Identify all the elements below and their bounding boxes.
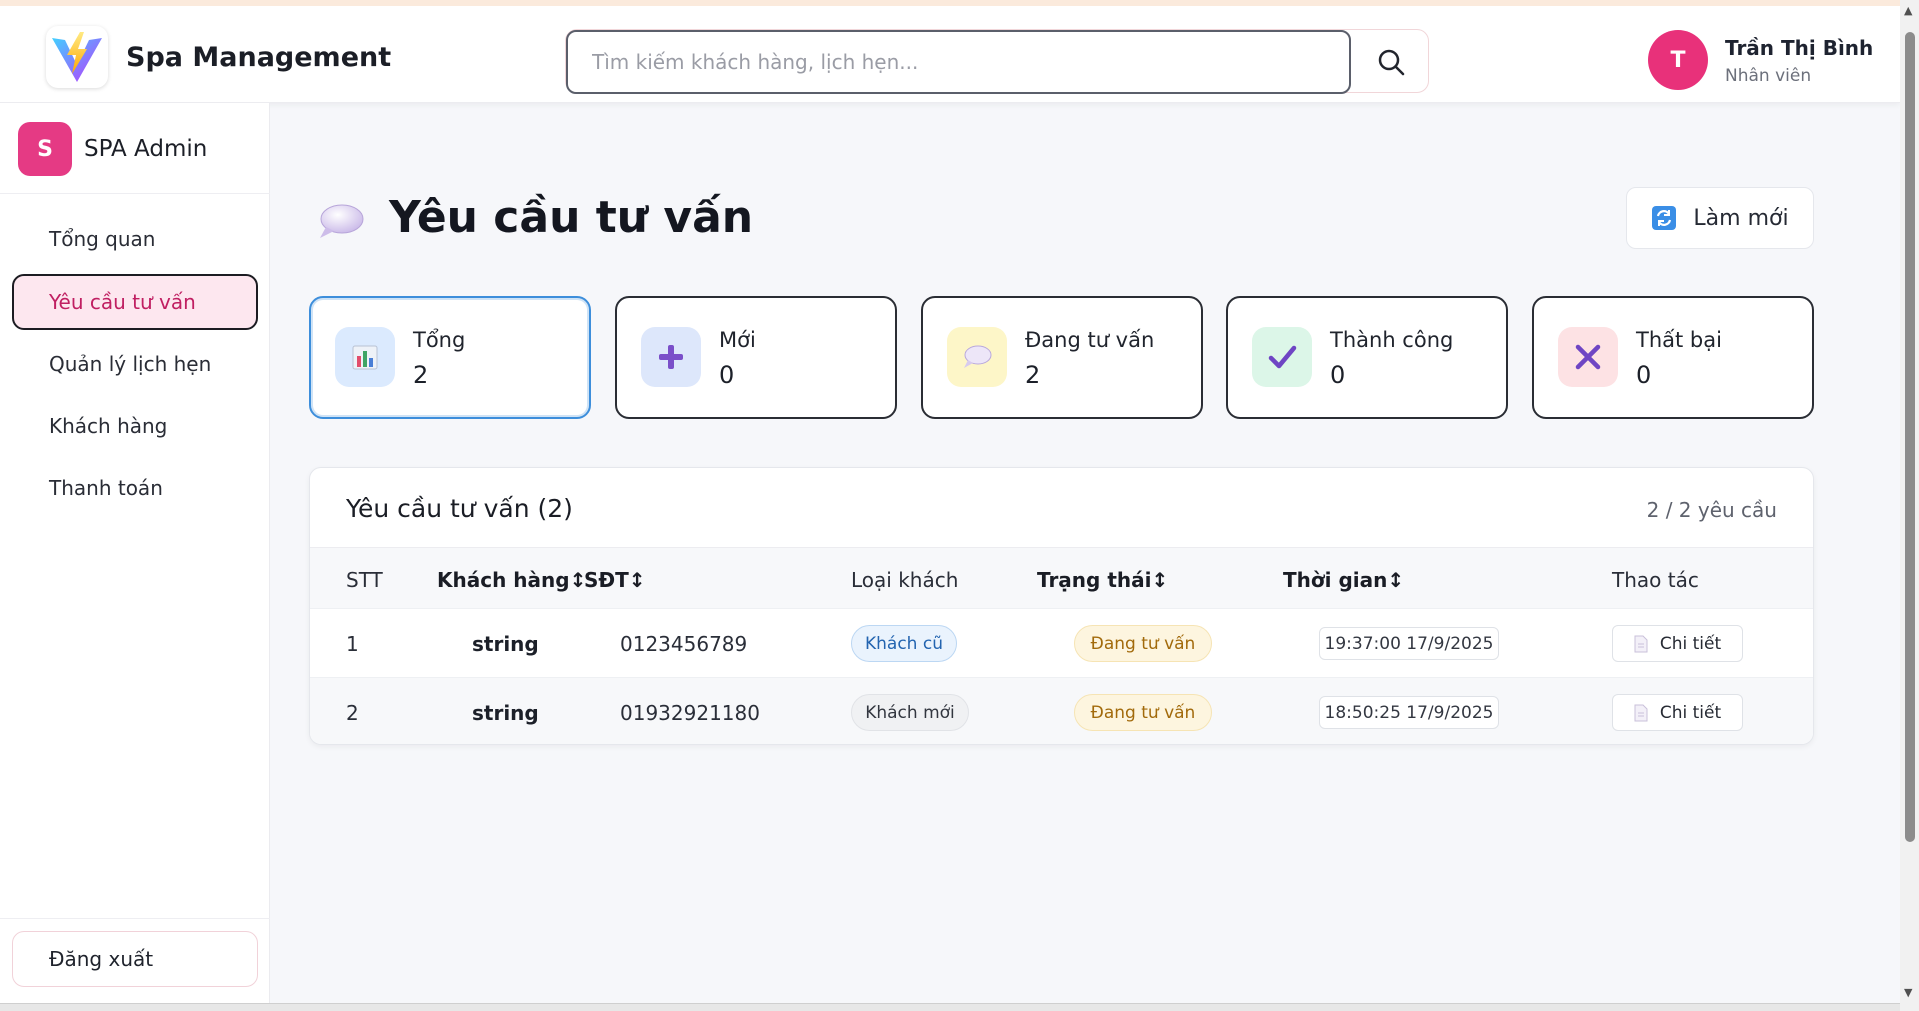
cell-phone: 01932921180	[620, 701, 760, 725]
stat-value: 0	[719, 361, 735, 389]
stat-card-consulting[interactable]: Đang tư vấn 2	[921, 296, 1203, 419]
stat-card-failed[interactable]: Thất bại 0	[1532, 296, 1814, 419]
app-brand: Spa Management	[126, 42, 392, 73]
detail-button[interactable]: Chi tiết	[1612, 625, 1743, 662]
detail-button-label: Chi tiết	[1659, 702, 1722, 723]
table-header: STT Khách hàng↕ SĐT↕ Loại khách Trạng th…	[310, 547, 1813, 608]
table-row: 2 string 01932921180 Khách mới Đang tư v…	[310, 677, 1813, 744]
top-header: Spa Management T Trần Thị Bình Nhân viên	[0, 0, 1900, 103]
stat-card-total[interactable]: Tổng 2	[309, 296, 591, 419]
status-badge: Đang tư vấn	[1074, 625, 1212, 662]
column-header-customer-type: Loại khách	[851, 568, 959, 592]
stat-card-new[interactable]: Mới 0	[615, 296, 897, 419]
sidebar-item-appointments[interactable]: Quản lý lịch hẹn	[12, 336, 258, 392]
sidebar-logo: S	[18, 122, 72, 176]
scrollbar-thumb[interactable]	[1905, 32, 1915, 842]
check-icon	[1252, 327, 1312, 387]
speech-bubble-icon	[947, 327, 1007, 387]
stat-label: Đang tư vấn	[1025, 328, 1155, 352]
search-button[interactable]	[1351, 30, 1430, 94]
stat-value: 2	[413, 361, 429, 389]
detail-button[interactable]: Chi tiết	[1612, 694, 1743, 731]
sidebar: S SPA Admin Tổng quan Yêu cầu tư vấn Quả…	[0, 103, 270, 1003]
sidebar-item-overview[interactable]: Tổng quan	[12, 211, 258, 267]
search-input[interactable]	[566, 30, 1351, 94]
search-icon	[1378, 49, 1404, 76]
cell-stt: 2	[346, 701, 359, 725]
stat-label: Thất bại	[1636, 328, 1722, 352]
table-row: 1 string 0123456789 Khách cũ Đang tư vấn…	[310, 608, 1813, 677]
logout-button[interactable]: Đăng xuất	[12, 931, 258, 987]
stat-label: Tổng	[413, 328, 466, 352]
column-header-customer[interactable]: Khách hàng↕	[437, 568, 586, 592]
column-header-time[interactable]: Thời gian↕	[1283, 568, 1404, 592]
user-name: Trần Thị Bình	[1725, 36, 1874, 60]
cell-stt: 1	[346, 632, 359, 656]
time-chip: 18:50:25 17/9/2025	[1319, 696, 1499, 729]
stat-label: Thành công	[1330, 328, 1454, 352]
user-avatar[interactable]: T	[1648, 30, 1708, 90]
scroll-down-icon[interactable]: ▼	[1904, 986, 1912, 999]
bottom-edge	[0, 1003, 1900, 1011]
table-title: Yêu cầu tư vấn (2)	[346, 494, 573, 523]
stat-card-success[interactable]: Thành công 0	[1226, 296, 1508, 419]
column-header-stt: STT	[346, 568, 383, 592]
customer-type-badge: Khách cũ	[851, 625, 957, 662]
lightning-logo-icon	[52, 32, 102, 82]
plus-icon	[641, 327, 701, 387]
page-title: Yêu cầu tư vấn	[389, 192, 754, 243]
stat-value: 2	[1025, 361, 1041, 389]
consultation-table: Yêu cầu tư vấn (2) 2 / 2 yêu cầu STT Khá…	[309, 467, 1814, 745]
column-header-status[interactable]: Trạng thái↕	[1037, 568, 1168, 592]
sidebar-item-consultation[interactable]: Yêu cầu tư vấn	[12, 274, 258, 330]
column-header-phone[interactable]: SĐT↕	[584, 568, 646, 592]
stat-value: 0	[1636, 361, 1652, 389]
refresh-label: Làm mới	[1693, 205, 1789, 231]
refresh-icon	[1652, 206, 1677, 230]
cell-phone: 0123456789	[620, 632, 748, 656]
sidebar-item-payments[interactable]: Thanh toán	[12, 460, 258, 516]
sidebar-item-customers[interactable]: Khách hàng	[12, 398, 258, 454]
time-chip: 19:37:00 17/9/2025	[1319, 627, 1499, 660]
document-icon	[1634, 704, 1648, 721]
customer-type-badge: Khách mới	[851, 694, 969, 731]
speech-bubble-icon	[316, 200, 366, 246]
scroll-up-icon[interactable]: ▲	[1904, 4, 1912, 17]
app-logo[interactable]	[46, 26, 108, 88]
sidebar-divider	[0, 918, 270, 919]
user-role: Nhân viên	[1725, 66, 1812, 86]
document-icon	[1634, 635, 1648, 652]
search-bar	[565, 29, 1430, 94]
x-icon	[1558, 327, 1618, 387]
sidebar-header: S SPA Admin	[0, 103, 270, 194]
bar-chart-icon	[335, 327, 395, 387]
sidebar-title: SPA Admin	[84, 136, 208, 162]
column-header-actions: Thao tác	[1612, 568, 1699, 592]
vertical-scrollbar[interactable]: ▲ ▼	[1900, 0, 1919, 1011]
stat-label: Mới	[719, 328, 756, 352]
detail-button-label: Chi tiết	[1659, 633, 1722, 654]
table-count: 2 / 2 yêu cầu	[1646, 498, 1777, 522]
status-badge: Đang tư vấn	[1074, 694, 1212, 731]
cell-customer: string	[472, 632, 539, 656]
refresh-button[interactable]: Làm mới	[1626, 187, 1814, 249]
stat-value: 0	[1330, 361, 1346, 389]
cell-customer: string	[472, 701, 539, 725]
